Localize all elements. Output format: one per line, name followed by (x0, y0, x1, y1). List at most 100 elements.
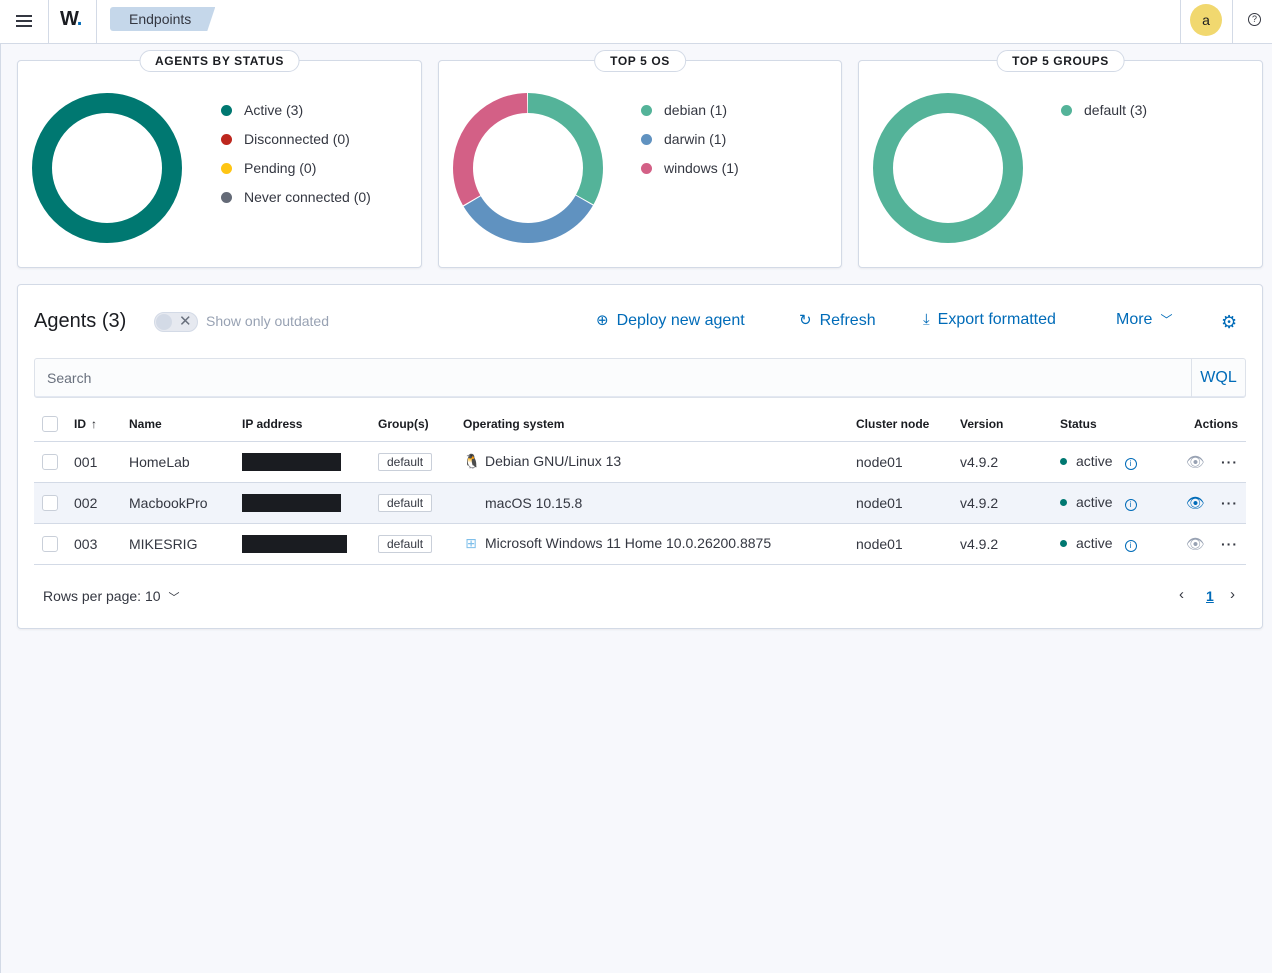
status-dot (1060, 458, 1067, 465)
table-row[interactable]: 001 HomeLab default 🐧 Debian GNU/Linux 13… (34, 441, 1246, 483)
legend-item-debian[interactable]: debian (1) (641, 101, 739, 130)
column-id[interactable]: ID ↑ (66, 407, 121, 442)
os-donut-chart (453, 93, 603, 243)
select-all-checkbox[interactable] (42, 415, 58, 432)
agent-node: node01 (848, 441, 952, 483)
row-checkbox[interactable] (42, 495, 58, 512)
status-dot (1060, 540, 1067, 547)
groups-legend: default (3) (1061, 101, 1147, 130)
page-number[interactable]: 1 (1206, 588, 1214, 604)
deploy-agent-button[interactable]: ⊕ Deploy new agent (596, 311, 745, 330)
rows-per-page-button[interactable]: Rows per page: 10 ﹀ (43, 588, 180, 605)
eye-icon[interactable]: 👁 (1186, 453, 1205, 471)
group-badge[interactable]: default (378, 534, 433, 553)
agent-os: Debian GNU/Linux 13 (485, 453, 622, 469)
top-groups-panel: TOP 5 GROUPS default (3) (858, 50, 1263, 268)
windows-icon: ⊞ (465, 535, 477, 551)
donut-slice-active (32, 93, 182, 243)
agent-name: MacbookPro (121, 482, 234, 524)
redacted-ip (242, 534, 347, 553)
donut-slice-default (873, 93, 1023, 243)
top-bar: W. Endpoints a ? (0, 0, 1272, 44)
agents-title: Agents (3) (34, 310, 127, 332)
info-icon[interactable]: i (1124, 540, 1137, 552)
agent-os: macOS 10.15.8 (485, 494, 583, 511)
agents-table: ID ↑ Name IP address Group(s) Operating s… (34, 407, 1246, 565)
agent-version: v4.9.2 (952, 482, 1052, 524)
table-header-row: ID ↑ Name IP address Group(s) Operating s… (34, 407, 1246, 442)
chevron-right-icon[interactable]: › (1230, 586, 1235, 603)
help-icon[interactable]: ? (1248, 13, 1261, 26)
status-donut-chart (32, 93, 182, 243)
column-cluster-node[interactable]: Cluster node (848, 407, 952, 442)
gear-icon[interactable]: ⚙ (1221, 313, 1237, 331)
wql-button[interactable]: WQL (1191, 359, 1245, 397)
outdated-toggle[interactable]: ✕ (154, 312, 198, 332)
column-status[interactable]: Status (1052, 407, 1162, 442)
top-os-panel: TOP 5 OS debian (1) darwin (1) windows (… (438, 50, 842, 268)
avatar[interactable]: a (1190, 4, 1222, 36)
row-checkbox[interactable] (42, 536, 58, 553)
groups-donut-chart (873, 93, 1023, 243)
legend-item-disconnected[interactable]: Disconnected (0) (221, 130, 371, 159)
agent-id: 002 (66, 482, 121, 524)
export-icon: ⤓ (923, 311, 930, 328)
column-ip[interactable]: IP address (234, 407, 370, 442)
sort-asc-icon: ↑ (91, 416, 97, 431)
table-row[interactable]: 003 MIKESRIG default ⊞ Microsoft Windows … (34, 523, 1246, 565)
legend-item-darwin[interactable]: darwin (1) (641, 130, 739, 159)
agent-name: MIKESRIG (121, 523, 234, 565)
linux-icon: 🐧 (463, 453, 481, 469)
eye-icon[interactable]: 👁 (1186, 494, 1205, 512)
column-groups[interactable]: Group(s) (370, 407, 455, 442)
legend-item-never-connected[interactable]: Never connected (0) (221, 188, 371, 217)
breadcrumb-endpoints[interactable]: Endpoints (110, 7, 215, 31)
more-button[interactable]: More ﹀ (1116, 311, 1172, 329)
refresh-button[interactable]: ↻ Refresh (799, 311, 876, 330)
outdated-toggle-label: Show only outdated (206, 313, 329, 329)
group-badge[interactable]: default (378, 493, 433, 512)
plus-circle-icon: ⊕ (596, 312, 609, 329)
agent-status: active (1076, 453, 1113, 469)
legend-item-pending[interactable]: Pending (0) (221, 159, 371, 188)
export-button[interactable]: ⤓ Export formatted (923, 311, 1056, 329)
info-icon[interactable]: i (1124, 458, 1137, 470)
agents-panel: Agents (3) ✕ Show only outdated ⊕ Deploy … (17, 284, 1263, 629)
agents-by-status-panel: AGENTS BY STATUS Active (3) Disconnected… (17, 50, 422, 268)
agent-name: HomeLab (121, 441, 234, 483)
more-options-icon[interactable]: ··· (1221, 454, 1238, 470)
eye-icon[interactable]: 👁 (1186, 535, 1205, 553)
more-options-icon[interactable]: ··· (1221, 495, 1238, 511)
agent-version: v4.9.2 (952, 441, 1052, 483)
legend-item-default[interactable]: default (3) (1061, 101, 1147, 130)
info-icon[interactable]: i (1124, 499, 1137, 511)
table-row[interactable]: 002 MacbookPro default macOS 10.15.8 nod… (34, 482, 1246, 524)
menu-icon[interactable] (14, 12, 36, 32)
column-version[interactable]: Version (952, 407, 1052, 442)
close-icon: ✕ (179, 313, 192, 330)
os-legend: debian (1) darwin (1) windows (1) (641, 101, 739, 188)
more-options-icon[interactable]: ··· (1221, 536, 1238, 552)
search-bar: WQL (34, 358, 1246, 398)
column-os[interactable]: Operating system (455, 407, 848, 442)
legend-item-windows[interactable]: windows (1) (641, 159, 739, 188)
chevron-down-icon: ﹀ (1160, 313, 1173, 327)
column-name[interactable]: Name (121, 407, 234, 442)
panel-title: TOP 5 GROUPS (996, 50, 1125, 72)
agent-id: 001 (66, 441, 121, 483)
agent-node: node01 (848, 523, 952, 565)
legend-item-active[interactable]: Active (3) (221, 101, 371, 130)
refresh-icon: ↻ (799, 312, 812, 329)
divider (1180, 0, 1181, 44)
agent-version: v4.9.2 (952, 523, 1052, 565)
logo[interactable]: W. (60, 8, 82, 31)
status-legend: Active (3) Disconnected (0) Pending (0) … (221, 101, 371, 217)
divider (48, 0, 49, 44)
divider (96, 0, 97, 44)
chevron-left-icon[interactable]: ‹ (1179, 586, 1184, 603)
panel-title: AGENTS BY STATUS (139, 50, 300, 72)
group-badge[interactable]: default (378, 452, 433, 471)
search-input[interactable] (35, 359, 1193, 397)
row-checkbox[interactable] (42, 454, 58, 471)
divider (1232, 0, 1233, 44)
